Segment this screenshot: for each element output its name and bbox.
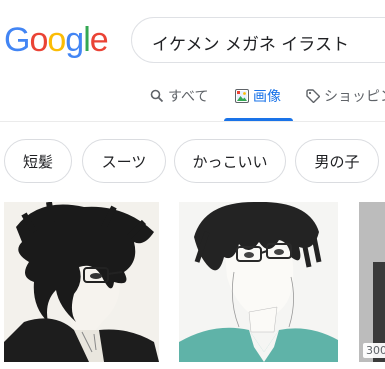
tabs-divider xyxy=(0,121,385,122)
tab-shopping[interactable]: ショッピング xyxy=(306,86,385,120)
chip-cool[interactable]: かっこいい xyxy=(174,139,286,183)
logo-letter-g: G xyxy=(4,21,30,59)
tab-shopping-label: ショッピング xyxy=(324,89,385,105)
image-result-2[interactable] xyxy=(179,202,338,362)
chip-short-hair[interactable]: 短髪 xyxy=(4,139,72,183)
chip-boy[interactable]: 男の子 xyxy=(295,139,379,183)
anime-man-glasses-illustration xyxy=(4,202,159,362)
tab-all[interactable]: すべて xyxy=(150,86,208,120)
search-icon xyxy=(150,89,164,103)
search-tabs: すべて 画像 ショッピング xyxy=(0,86,385,122)
tab-all-label: すべて xyxy=(168,89,209,105)
logo-letter-o1: o xyxy=(29,21,48,59)
tab-images[interactable]: 画像 xyxy=(235,86,281,120)
google-logo[interactable]: Google xyxy=(4,20,109,60)
logo-letter-g2: g xyxy=(65,21,84,59)
tag-icon xyxy=(306,89,320,103)
chip-suit[interactable]: スーツ xyxy=(82,139,166,183)
image-size-badge: 300 xyxy=(363,343,385,358)
logo-letter-e: e xyxy=(89,21,109,59)
tab-images-label: 画像 xyxy=(253,89,281,105)
search-box[interactable]: イケメン メガネ イラスト xyxy=(131,17,385,63)
search-query[interactable]: イケメン メガネ イラスト xyxy=(152,30,349,55)
google-images-page: Google イケメン メガネ イラスト すべて 画像 ショッピ 短髪 スーツ … xyxy=(0,0,385,369)
image-result-1[interactable] xyxy=(4,202,159,362)
image-result-3[interactable]: 300 xyxy=(359,202,385,362)
logo-letter-o2: o xyxy=(47,21,66,59)
anime-man-glasses-teal-illustration xyxy=(179,202,338,362)
image-icon xyxy=(235,89,249,103)
